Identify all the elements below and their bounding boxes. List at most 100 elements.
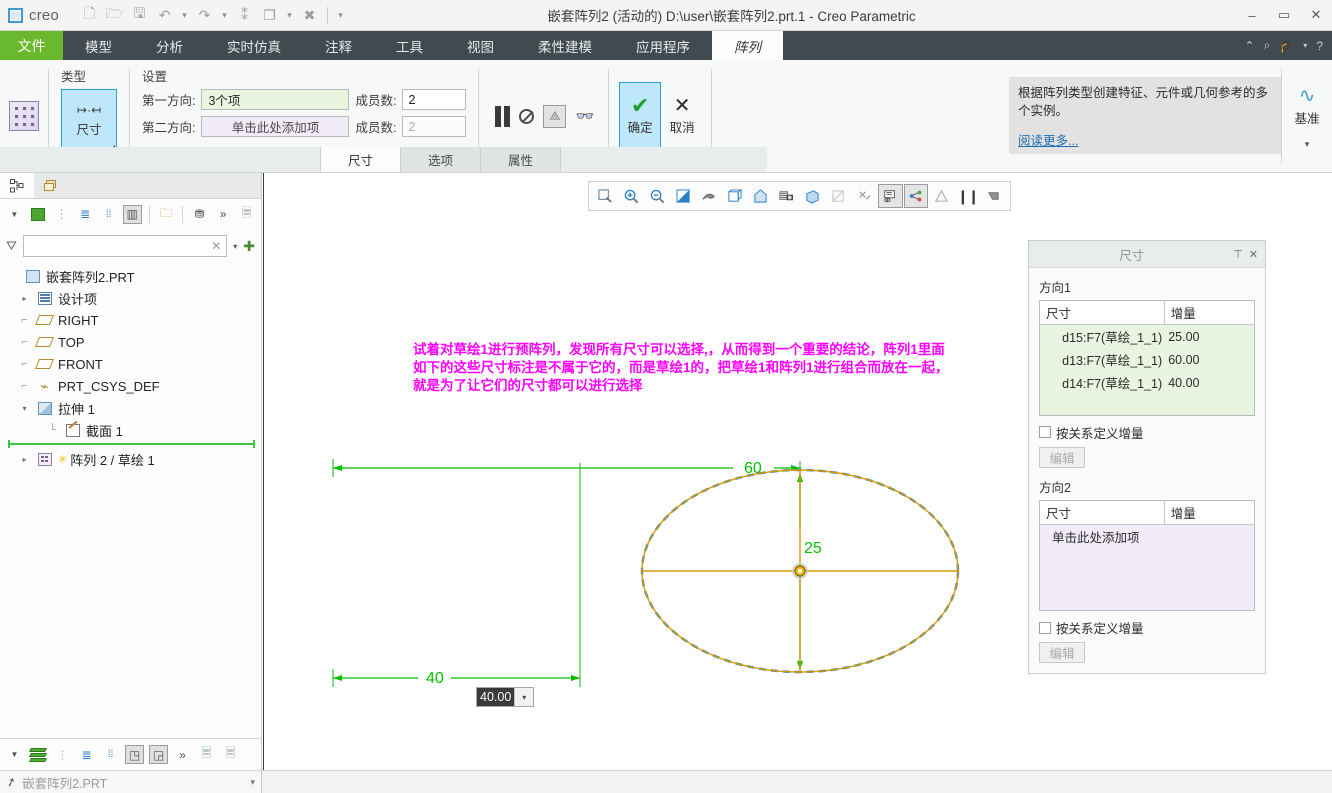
tree-more-icon[interactable]: » [214, 205, 233, 224]
layer-isolate-icon[interactable]: ◲ [149, 745, 168, 764]
search-icon[interactable]: ⌕ [1264, 38, 1271, 53]
status-model-selector[interactable]: ➚ 嵌套阵列2.PRT ▾ [0, 771, 262, 793]
undo-icon[interactable]: ↶ [153, 4, 176, 27]
clear-search-icon[interactable]: ✕ [211, 239, 221, 253]
ribbon-tab-tools[interactable]: 工具 [374, 31, 445, 60]
direction1-count-input[interactable]: 2 [402, 89, 467, 110]
table-filler-row[interactable] [1039, 394, 1255, 415]
tree-item-section-1[interactable]: └ 截面 1 [4, 419, 261, 441]
dimension-increment[interactable]: 25.00 [1164, 324, 1255, 348]
direction1-collector[interactable]: 3个项 [201, 89, 350, 110]
tree-item-right[interactable]: ⌐ RIGHT [4, 309, 261, 331]
direction2-empty-cell[interactable] [1164, 524, 1255, 548]
pattern-type-dimension-button[interactable]: ↦·↤ 尺寸 [61, 89, 117, 153]
table-filler-row[interactable] [1039, 568, 1255, 590]
layer-tree-tab[interactable] [34, 173, 68, 198]
tree-caret-icon[interactable]: ▼ [5, 205, 24, 224]
undo-caret-icon[interactable]: ▾ [178, 4, 191, 27]
direction1-table[interactable]: 尺寸 增量 d15:F7(草绘_1_1) 25.00 d13:F7(草绘_1_1… [1039, 300, 1255, 416]
ribbon-tab-view[interactable]: 视图 [445, 31, 516, 60]
window-caret-icon[interactable]: ▾ [283, 4, 296, 27]
close-window-icon[interactable]: ✖ [298, 4, 321, 27]
layer-props-icon[interactable]: 🗏 [197, 745, 216, 764]
filter-caret-icon[interactable]: ▾ [233, 242, 237, 251]
checkbox-icon[interactable] [1039, 426, 1051, 438]
datum-caret-icon[interactable]: ▾ [1305, 139, 1310, 150]
ribbon-tab-analysis[interactable]: 分析 [134, 31, 205, 60]
direction2-edit-button[interactable]: 编辑 [1039, 642, 1085, 663]
maximize-button[interactable]: ▭ [1268, 0, 1300, 31]
layer-list-icon[interactable]: ≣ [77, 745, 96, 764]
ribbon-tab-live-simulation[interactable]: 实时仿真 [205, 31, 303, 60]
layers-icon[interactable] [29, 745, 48, 764]
tree-filter-icon[interactable]: ⛃ [190, 205, 209, 224]
dimension-increment[interactable]: 60.00 [1164, 348, 1255, 371]
no-preview-button[interactable] [519, 108, 535, 124]
cancel-button[interactable]: ✕ 取消 [661, 82, 703, 150]
window-icon[interactable]: ❐ [258, 4, 281, 27]
new-file-icon[interactable]: 🗋 [78, 4, 101, 27]
direction1-relation-checkbox-row[interactable]: 按关系定义增量 [1039, 423, 1255, 442]
dashboard-tab-options[interactable]: 选项 [400, 147, 480, 172]
search-input[interactable]: ✕ [22, 235, 228, 257]
dashboard-tab-properties[interactable]: 属性 [480, 147, 560, 172]
ribbon-tab-model[interactable]: 模型 [63, 31, 134, 60]
ok-button[interactable]: ✔ 确定 [619, 82, 662, 150]
dimension-edit-value[interactable]: 40.00 [477, 688, 515, 706]
save-icon[interactable]: 🖫 [128, 4, 151, 27]
layer-caret-icon[interactable]: ▼ [5, 745, 24, 764]
dimension-edit-box[interactable]: 40.00 ▾ [476, 687, 535, 707]
regenerate-icon[interactable]: ⁑ [233, 4, 256, 27]
ribbon-tab-applications[interactable]: 应用程序 [614, 31, 712, 60]
tree-item-csys[interactable]: ⌐ ⌁ PRT_CSYS_DEF [4, 375, 261, 397]
redo-caret-icon[interactable]: ▾ [218, 4, 231, 27]
tree-item-design-items[interactable]: ▸ 设计项 [4, 287, 261, 309]
redo-icon[interactable]: ↷ [193, 4, 216, 27]
pause-button[interactable] [495, 105, 511, 127]
add-filter-icon[interactable]: ✚ [243, 238, 255, 255]
help-icon[interactable]: ? [1316, 39, 1323, 53]
model-display-icon[interactable] [29, 205, 48, 224]
open-file-icon[interactable]: 🗁 [103, 4, 126, 27]
status-caret-icon[interactable]: ▾ [250, 777, 255, 788]
dashboard-tab-dimensions[interactable]: 尺寸 [320, 147, 400, 172]
tree-item-top[interactable]: ⌐ TOP [4, 331, 261, 353]
tree-item-part[interactable]: ▸ 嵌套阵列2.PRT [4, 265, 261, 287]
tree-dots-icon[interactable]: ⋮ [52, 205, 71, 224]
tree-settings-icon[interactable]: 🗏 [237, 205, 256, 224]
read-more-link[interactable]: 阅读更多... [1018, 134, 1078, 148]
table-row[interactable]: d13:F7(草绘_1_1) 60.00 [1039, 348, 1255, 371]
tree-item-front[interactable]: ⌐ FRONT [4, 353, 261, 375]
pin-icon[interactable]: ⊤ [1233, 248, 1243, 261]
qat-more-icon[interactable]: ▾ [334, 4, 347, 27]
checkbox-icon[interactable] [1039, 621, 1051, 634]
tree-item-extrude-1[interactable]: ▾ 拉伸 1 [4, 397, 261, 419]
glasses-preview-button[interactable]: 👓 [575, 107, 594, 125]
datum-curve-icon[interactable]: ∿ [1299, 86, 1316, 106]
close-icon[interactable]: ✕ [1249, 248, 1258, 261]
close-button[interactable]: ✕ [1300, 0, 1332, 31]
learning-icon[interactable]: 🎓 [1279, 39, 1294, 53]
model-tree-tab[interactable] [0, 173, 34, 198]
ribbon-tab-flexible-modeling[interactable]: 柔性建模 [516, 31, 614, 60]
layer-settings-icon[interactable]: 🗏 [221, 745, 240, 764]
table-row[interactable]: d15:F7(草绘_1_1) 25.00 [1039, 324, 1255, 348]
table-filler-row[interactable] [1039, 589, 1255, 611]
table-row[interactable]: 单击此处添加项 [1039, 524, 1255, 548]
ribbon-tab-annotate[interactable]: 注释 [303, 31, 374, 60]
tree-folder-icon[interactable]: 🗀 [157, 205, 176, 224]
table-row[interactable]: d14:F7(草绘_1_1) 40.00 [1039, 371, 1255, 394]
tree-item-pattern-2[interactable]: ▸ ✳ 阵列 2 / 草绘 1 [4, 448, 261, 470]
dimension-edit-caret-icon[interactable]: ▾ [514, 688, 534, 706]
layer-dots-icon[interactable]: ⋮ [53, 745, 72, 764]
direction2-table[interactable]: 尺寸 增量 单击此处添加项 [1039, 499, 1255, 611]
detail-view-icon[interactable]: ⁞⁞ [99, 205, 118, 224]
wireframe-preview-button[interactable]: ⟁ [543, 104, 567, 128]
insert-here-indicator[interactable] [8, 440, 255, 448]
minimize-button[interactable]: – [1236, 0, 1268, 31]
layer-show-icon[interactable]: ◳ [125, 745, 144, 764]
direction2-placeholder[interactable]: 单击此处添加项 [1039, 524, 1165, 548]
dimension-increment[interactable]: 40.00 [1164, 371, 1255, 394]
learning-caret-icon[interactable]: ▾ [1303, 41, 1307, 50]
layer-detail-icon[interactable]: ⁞⁞ [101, 745, 120, 764]
